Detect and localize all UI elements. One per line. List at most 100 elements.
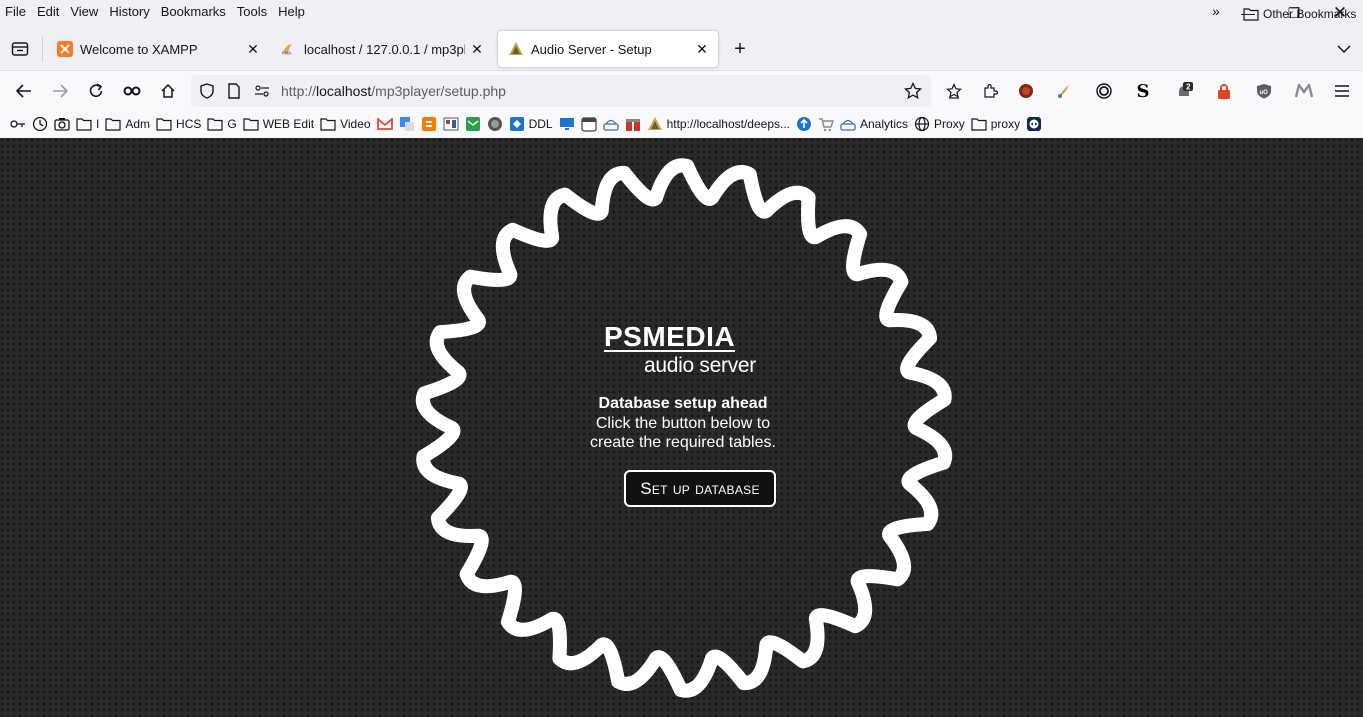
bookmark-item[interactable] bbox=[10, 113, 26, 135]
bookmark-item[interactable] bbox=[399, 113, 415, 135]
bookmark-item[interactable] bbox=[581, 113, 597, 135]
bookmark-item[interactable]: HCS bbox=[156, 113, 201, 135]
bookmark-item[interactable] bbox=[421, 113, 437, 135]
lock-icon[interactable] bbox=[1210, 77, 1238, 105]
setup-heading: Database setup ahead bbox=[598, 395, 768, 412]
folder-icon bbox=[105, 116, 121, 132]
url-host: localhost bbox=[316, 83, 372, 99]
menu-bookmarks[interactable]: Bookmarks bbox=[155, 1, 231, 23]
bookmark-item[interactable] bbox=[625, 113, 641, 135]
shield-icon[interactable] bbox=[197, 81, 217, 101]
menu-edit[interactable]: Edit bbox=[31, 1, 64, 23]
private-mask-icon[interactable] bbox=[118, 77, 146, 105]
bookmark-item[interactable]: Proxy bbox=[914, 113, 965, 135]
page-icon[interactable] bbox=[224, 81, 244, 101]
bookmark-label: Adm bbox=[125, 117, 151, 131]
news-icon bbox=[443, 116, 459, 132]
tab-audio-server[interactable]: Audio Server - Setup ✕ bbox=[498, 31, 718, 67]
menu-file[interactable]: File bbox=[0, 1, 31, 23]
new-tab-button[interactable]: + bbox=[727, 36, 753, 62]
bookmark-label: DDL bbox=[528, 117, 553, 131]
bookmark-label: G bbox=[227, 117, 237, 131]
url-prefix: http:// bbox=[281, 83, 317, 99]
bookmarks-overflow-icon[interactable]: » bbox=[1212, 3, 1220, 19]
extension-s-icon[interactable]: S bbox=[1129, 77, 1157, 105]
folder-icon bbox=[207, 116, 223, 132]
tab-phpmyadmin[interactable]: PMA localhost / 127.0.0.1 / mp3player ✕ bbox=[271, 31, 493, 67]
phpmyadmin-icon: PMA bbox=[281, 41, 297, 57]
bookmark-item[interactable] bbox=[1026, 113, 1042, 135]
hamburger-menu-icon[interactable] bbox=[1328, 77, 1356, 105]
home-icon[interactable] bbox=[154, 77, 182, 105]
menu-history[interactable]: History bbox=[103, 1, 154, 23]
globe-icon bbox=[914, 116, 930, 132]
tab-title: Welcome to XAMPP bbox=[80, 41, 198, 57]
extensions-icon[interactable] bbox=[976, 77, 1004, 105]
extension-brush-icon[interactable] bbox=[1050, 77, 1078, 105]
bookmark-item[interactable]: Analytics bbox=[840, 113, 908, 135]
reload-icon[interactable] bbox=[82, 77, 110, 105]
bookmark-label: Analytics bbox=[860, 117, 909, 131]
extension-ladybug-icon[interactable] bbox=[1012, 77, 1040, 105]
bookmark-item[interactable] bbox=[54, 113, 70, 135]
bookmark-item[interactable]: WEB Edit bbox=[243, 113, 314, 135]
blogger-icon bbox=[421, 116, 437, 132]
menu-tools[interactable]: Tools bbox=[231, 1, 272, 23]
bookmark-item[interactable] bbox=[32, 113, 48, 135]
menu-help[interactable]: Help bbox=[272, 1, 310, 23]
folder-icon bbox=[1243, 7, 1259, 21]
bookmark-label: http://localhost/deeps... bbox=[666, 117, 790, 131]
bookmark-label: Proxy bbox=[934, 117, 965, 131]
other-bookmarks[interactable]: Other Bookmarks bbox=[1243, 3, 1356, 25]
drive-icon bbox=[602, 116, 619, 132]
bookmark-item[interactable] bbox=[559, 113, 575, 135]
ddl-icon bbox=[509, 116, 525, 132]
bookmark-item[interactable] bbox=[818, 113, 834, 135]
tab-title: Audio Server - Setup bbox=[531, 41, 652, 57]
bookmark-item[interactable] bbox=[376, 113, 393, 135]
gift-icon bbox=[625, 116, 641, 132]
bookmark-label: I bbox=[96, 117, 100, 131]
extension-circle-icon[interactable] bbox=[1090, 77, 1118, 105]
close-icon[interactable]: ✕ bbox=[241, 37, 265, 61]
bookmark-item[interactable]: proxy bbox=[971, 113, 1020, 135]
svg-text:uO: uO bbox=[1260, 90, 1269, 96]
bookmark-star-icon[interactable] bbox=[903, 81, 923, 101]
bookmark-item[interactable]: Video bbox=[320, 113, 371, 135]
tab-xampp[interactable]: Welcome to XAMPP ✕ bbox=[47, 31, 269, 67]
forward-icon[interactable] bbox=[46, 77, 74, 105]
chevron-down-icon[interactable] bbox=[1331, 36, 1357, 62]
upload-icon bbox=[796, 116, 812, 132]
back-icon[interactable] bbox=[10, 77, 38, 105]
url-bar[interactable]: http://localhost/mp3player/setup.php bbox=[191, 75, 931, 107]
bookmark-item[interactable]: Adm bbox=[105, 113, 150, 135]
bookmark-item[interactable] bbox=[443, 113, 459, 135]
bookmark-label: WEB Edit bbox=[262, 117, 315, 131]
bookmark-item[interactable]: I bbox=[76, 113, 99, 135]
ublock-shield-icon[interactable]: uO bbox=[1250, 77, 1278, 105]
bookmark-item[interactable]: DDL bbox=[509, 113, 553, 135]
bookmark-item[interactable] bbox=[465, 113, 481, 135]
permissions-icon[interactable] bbox=[252, 81, 272, 101]
bookmark-label: proxy bbox=[990, 117, 1021, 131]
bookmark-item[interactable]: G bbox=[207, 113, 237, 135]
extension-m-icon[interactable] bbox=[1290, 77, 1318, 105]
pocket-icon[interactable] bbox=[940, 77, 968, 105]
bookmark-item[interactable]: http://localhost/deeps... bbox=[647, 113, 790, 135]
warning-icon bbox=[647, 116, 663, 132]
setup-database-button[interactable]: Set up database bbox=[624, 470, 776, 507]
bookmark-item[interactable] bbox=[487, 113, 503, 135]
extension-bell-icon[interactable]: 2 bbox=[1170, 77, 1198, 105]
bookmark-item[interactable] bbox=[796, 113, 812, 135]
menu-view[interactable]: View bbox=[64, 1, 103, 23]
cart-icon bbox=[818, 116, 834, 132]
url-path: /mp3player/setup.php bbox=[371, 83, 506, 99]
close-icon[interactable]: ✕ bbox=[690, 37, 714, 61]
extension-badge: 2 bbox=[1186, 83, 1191, 92]
folder-icon bbox=[971, 116, 987, 132]
tab-list-icon[interactable] bbox=[7, 36, 33, 62]
tab-title: localhost / 127.0.0.1 / mp3player bbox=[304, 41, 465, 57]
close-icon[interactable]: ✕ bbox=[465, 37, 489, 61]
bookmark-item[interactable] bbox=[602, 113, 619, 135]
url-text[interactable]: http://localhost/mp3player/setup.php bbox=[281, 83, 506, 99]
